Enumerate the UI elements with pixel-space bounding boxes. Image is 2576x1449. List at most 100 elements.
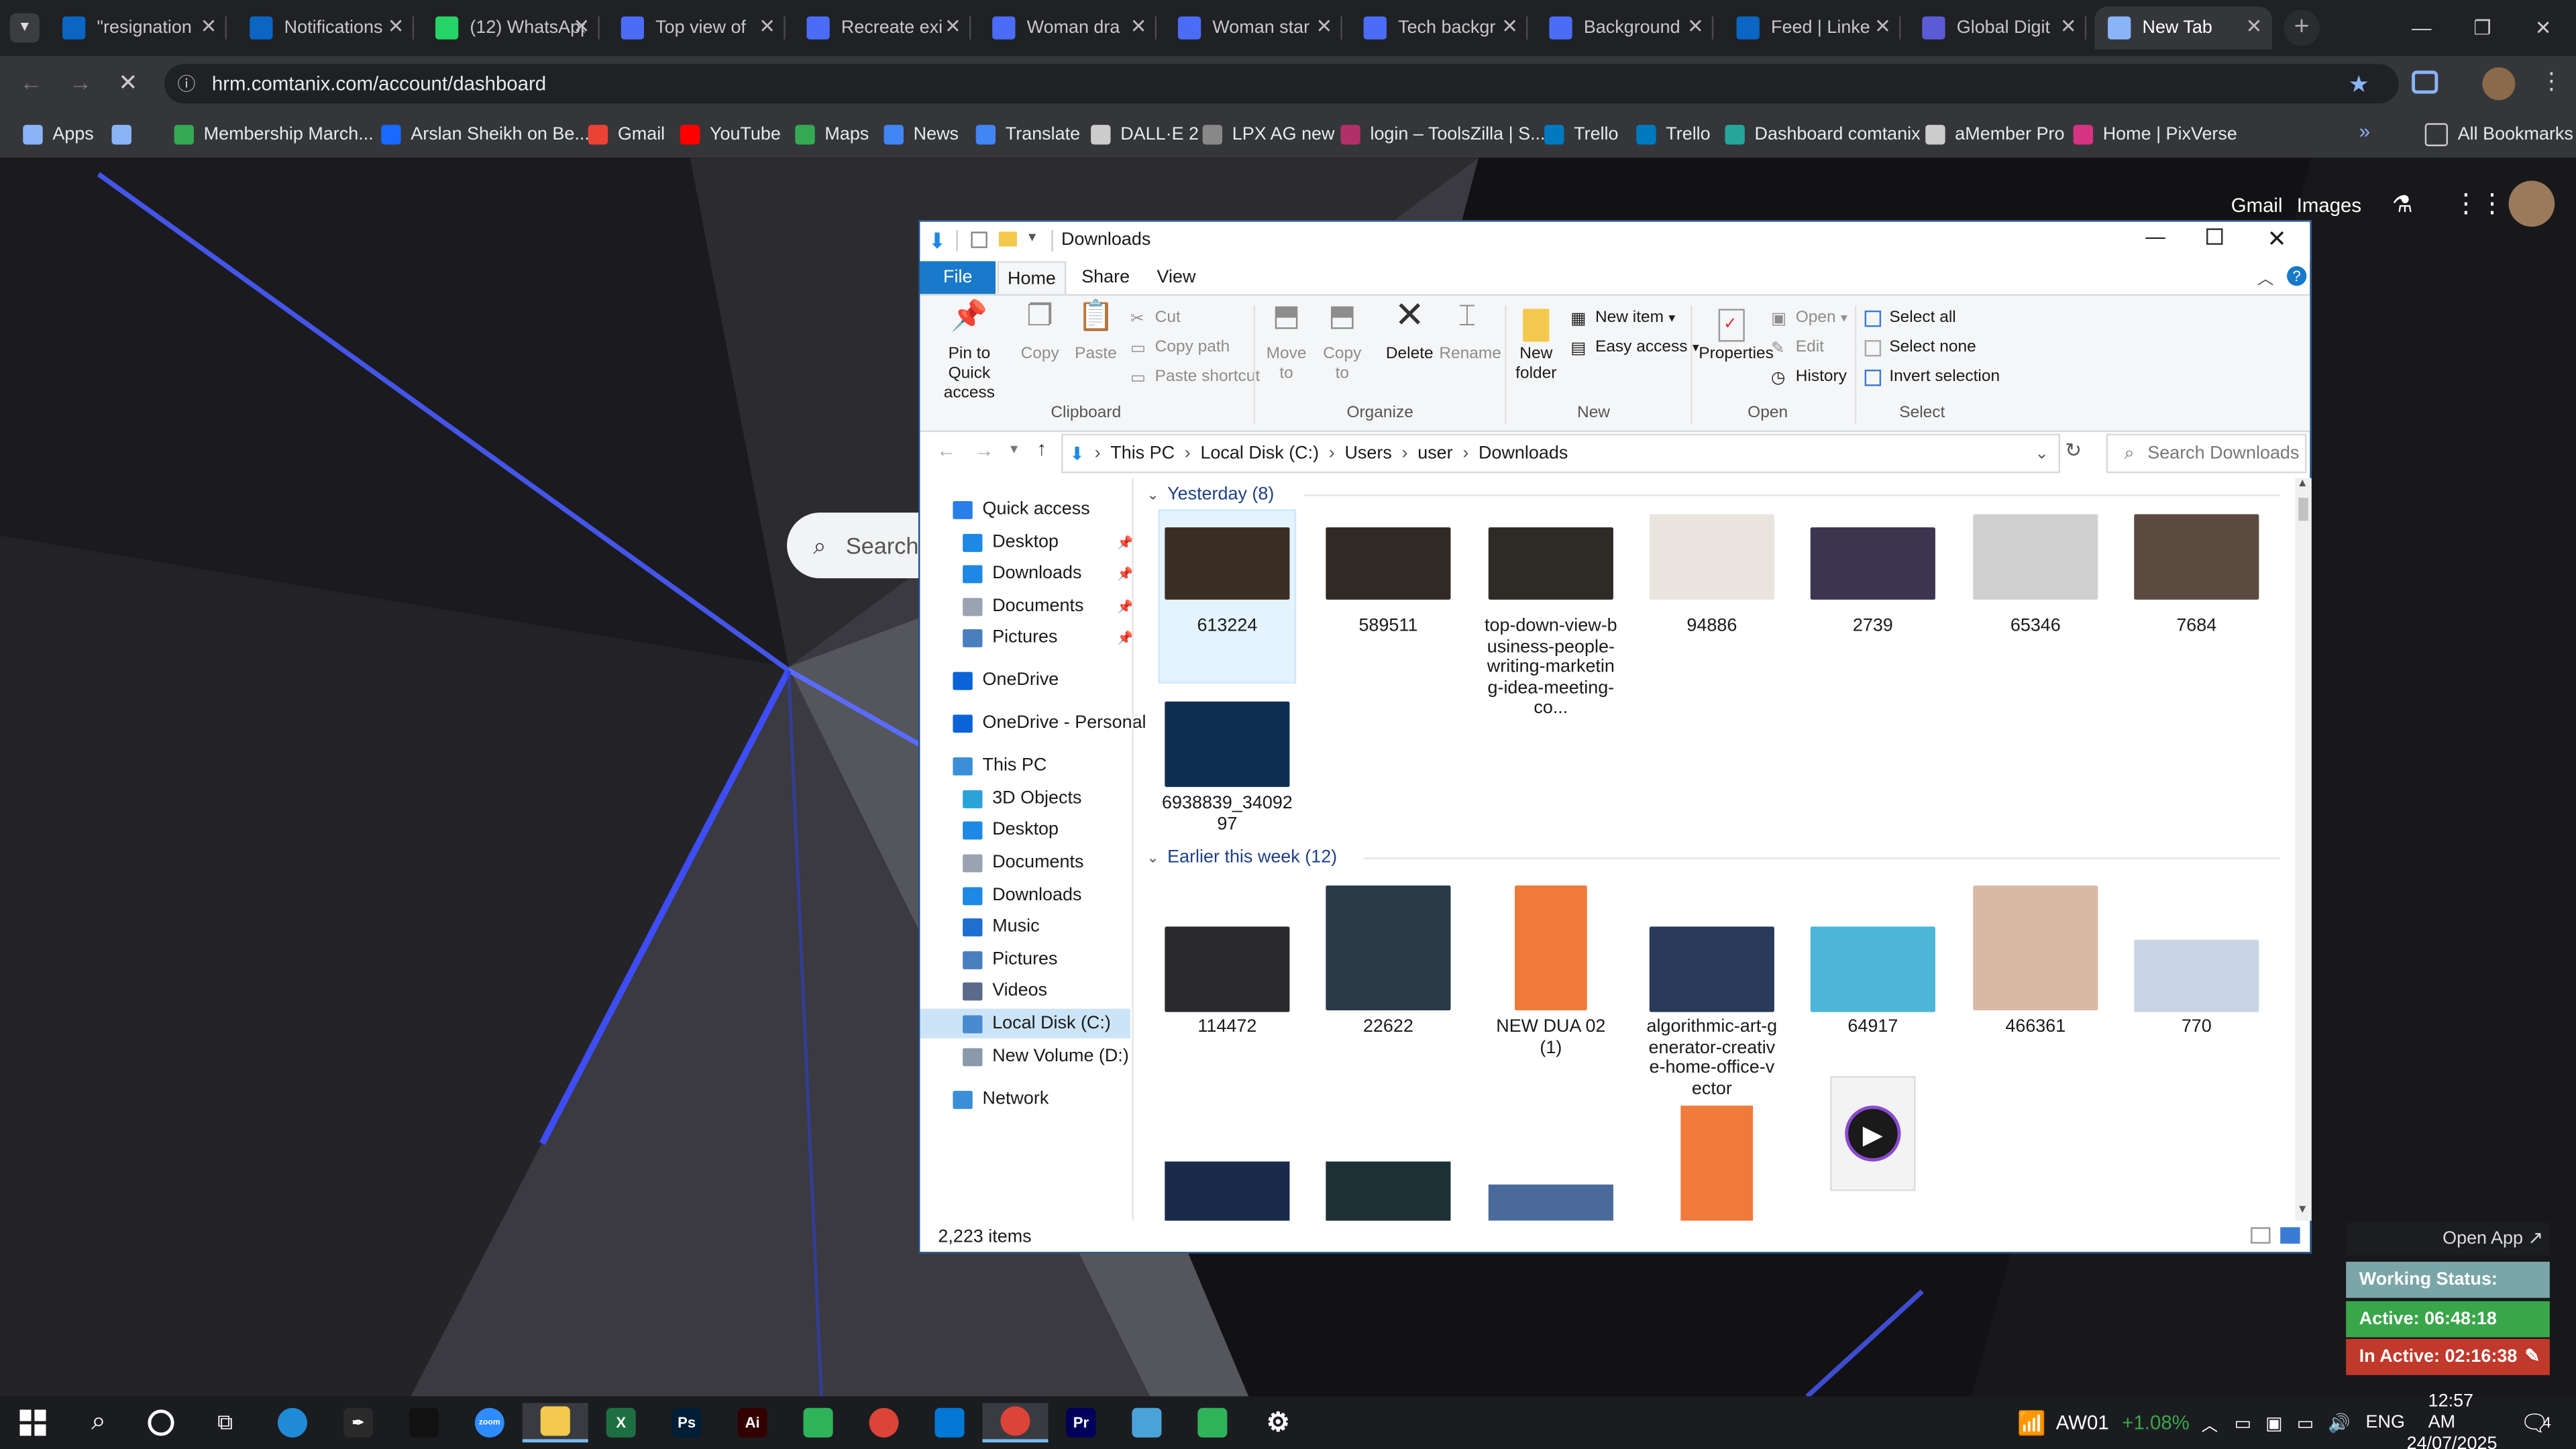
new-folder-button[interactable]: New folder	[1511, 306, 1560, 385]
vertical-scrollbar[interactable]: ▲ ▼	[2295, 478, 2312, 1221]
taskbar-app-button[interactable]	[786, 1403, 851, 1442]
collapse-ribbon-icon[interactable]: ︿	[2257, 264, 2273, 289]
nav-item[interactable]: OneDrive - Personal	[953, 708, 1146, 738]
bookmark-item[interactable]: Trello	[1636, 121, 1711, 148]
close-tab-icon[interactable]: ✕	[945, 15, 961, 38]
invert-selection-button[interactable]: Invert selection	[1864, 368, 2000, 386]
screen-icon[interactable]: ▣	[2265, 1397, 2282, 1449]
start-button[interactable]	[0, 1403, 66, 1442]
taskbar-app-button[interactable]	[260, 1403, 325, 1442]
refresh-icon[interactable]: ↻	[2065, 439, 2082, 462]
close-tab-icon[interactable]: ✕	[201, 15, 217, 38]
bookmark-item[interactable]: Maps	[795, 121, 869, 148]
taskbar-app-button[interactable]: ⚙	[1245, 1403, 1311, 1442]
restore-button[interactable]: ❐	[2453, 0, 2512, 56]
menu-icon[interactable]: ⋮	[2540, 67, 2563, 95]
taskbar-app-button[interactable]: X	[588, 1403, 654, 1442]
easy-access-button[interactable]: ▤ Easy access ▾	[1570, 338, 1699, 357]
copy-button[interactable]: ❐ Copy	[1015, 301, 1064, 365]
nav-item[interactable]: Downloads 📌	[963, 559, 1134, 588]
close-tab-icon[interactable]: ✕	[759, 15, 775, 38]
cut-button[interactable]: ✂ Cut	[1130, 309, 1181, 327]
close-button[interactable]: ✕	[2514, 0, 2573, 56]
group-header-yesterday[interactable]: ⌄ Yesterday (8)	[1146, 484, 1274, 504]
copy-path-button[interactable]: ▭ Copy path	[1130, 338, 1230, 357]
browser-tab[interactable]: "resignation ✕	[49, 7, 227, 50]
nav-item[interactable]: Documents	[963, 848, 1083, 877]
file-item[interactable]: 2739	[1805, 511, 1940, 682]
recent-locations-icon[interactable]: ▾	[1010, 440, 1018, 458]
close-tab-icon[interactable]: ✕	[1687, 15, 1704, 38]
all-bookmarks[interactable]: All Bookmarks	[2424, 121, 2573, 148]
nav-item[interactable]: Desktop	[963, 815, 1059, 845]
up-icon[interactable]: ↑	[1036, 437, 1046, 460]
labs-icon[interactable]: ⚗	[2392, 191, 2413, 219]
volume-icon[interactable]: 🔊	[2328, 1397, 2351, 1449]
rename-button[interactable]: ⌶ Rename	[1439, 301, 1501, 365]
google-account-avatar[interactable]	[2508, 180, 2555, 227]
new-tab-button[interactable]: +	[2284, 9, 2320, 46]
browser-tab[interactable]: Global Digit ✕	[1909, 7, 2087, 50]
large-icons-view-icon[interactable]	[2280, 1227, 2300, 1244]
history-button[interactable]: ◷ History	[1771, 368, 1847, 387]
close-tab-icon[interactable]: ✕	[1874, 15, 1891, 38]
browser-tab[interactable]: Top view of ✕	[608, 7, 786, 50]
file-item[interactable]: 94886	[1644, 511, 1779, 682]
search-downloads-input[interactable]: ⌕ Search Downloads	[2106, 433, 2307, 474]
tab-file[interactable]: File	[920, 261, 996, 294]
tab-share[interactable]: Share	[1073, 261, 1138, 294]
edit-icon[interactable]: ✎	[2525, 1339, 2540, 1375]
taskbar-app-button[interactable]	[522, 1403, 588, 1443]
scrollbar-thumb[interactable]	[2298, 498, 2308, 521]
explorer-minimize-button[interactable]: —	[2145, 225, 2165, 248]
file-item[interactable]: 589511	[1321, 511, 1456, 682]
nav-item[interactable]: OneDrive	[953, 665, 1059, 695]
move-to-button[interactable]: ⬒ Move to	[1262, 301, 1311, 385]
scroll-up-icon[interactable]: ▲	[2297, 478, 2308, 490]
nav-item[interactable]: Downloads	[963, 881, 1081, 910]
image-thumbnail[interactable]	[1488, 1184, 1613, 1221]
browser-tab[interactable]: Notifications ✕	[237, 7, 415, 50]
nav-item[interactable]: Quick access	[953, 494, 1090, 524]
nav-item[interactable]: This PC	[953, 751, 1046, 780]
scroll-down-icon[interactable]: ▼	[2297, 1204, 2308, 1216]
bookmark-item[interactable]	[111, 121, 142, 148]
camera-icon[interactable]: ▭	[2235, 1397, 2251, 1449]
video-file-icon[interactable]: ▶	[1830, 1076, 1916, 1191]
taskbar-app-button[interactable]	[391, 1403, 457, 1442]
bookmark-item[interactable]: LPX AG new	[1202, 121, 1335, 148]
bookmark-item[interactable]: News	[883, 121, 959, 148]
nav-item[interactable]: Videos	[963, 976, 1047, 1006]
tab-home[interactable]: Home	[997, 261, 1067, 294]
nav-item[interactable]: Desktop 📌	[963, 527, 1134, 557]
minimize-button[interactable]: —	[2392, 0, 2451, 56]
properties-button[interactable]: ✓ Properties	[1699, 306, 1774, 365]
close-tab-icon[interactable]: ✕	[388, 15, 405, 38]
bookmark-item[interactable]: Trello	[1544, 121, 1619, 148]
open-button[interactable]: ▣ Open ▾	[1771, 309, 1847, 327]
close-tab-icon[interactable]: ✕	[1501, 15, 1518, 38]
forward-icon[interactable]: →	[69, 69, 92, 95]
breadcrumb-downloads[interactable]: Downloads	[1479, 443, 1568, 463]
file-item[interactable]: 65346	[1968, 511, 2103, 682]
breadcrumb-users[interactable]: Users	[1344, 443, 1391, 463]
bookmark-item[interactable]: YouTube	[680, 121, 781, 148]
explorer-maximize-button[interactable]	[2206, 228, 2223, 245]
paste-button[interactable]: 📋 Paste	[1071, 301, 1120, 365]
select-none-button[interactable]: Select none	[1864, 338, 1976, 356]
bookmark-item[interactable]: Membership March...	[174, 121, 374, 148]
file-item[interactable]: top-down-view-business-people-writing-ma…	[1483, 511, 1618, 718]
file-item[interactable]: algorithmic-art-generator-creative-home-…	[1644, 879, 1779, 1098]
taskbar-app-button[interactable]	[1179, 1403, 1245, 1442]
new-item-button[interactable]: ▦ New item ▾	[1570, 309, 1675, 327]
bookmark-item[interactable]: login – ToolsZilla | S...	[1340, 121, 1546, 148]
browser-tab[interactable]: Feed | Linke ✕	[1723, 7, 1901, 50]
clock[interactable]: 12:57 AM 24/07/2025	[2407, 1391, 2498, 1449]
close-tab-icon[interactable]: ✕	[574, 15, 590, 38]
help-icon[interactable]: ?	[2287, 266, 2307, 286]
taskbar-app-button[interactable]	[1114, 1403, 1179, 1442]
stock-widget[interactable]: 📶 AW01 +1.08%	[2017, 1397, 2189, 1449]
show-hidden-icons[interactable]: ︿	[2202, 1397, 2218, 1449]
nav-item[interactable]: New Volume (D:)	[963, 1042, 1129, 1071]
more-bookmarks-icon[interactable]: »	[2359, 120, 2370, 143]
